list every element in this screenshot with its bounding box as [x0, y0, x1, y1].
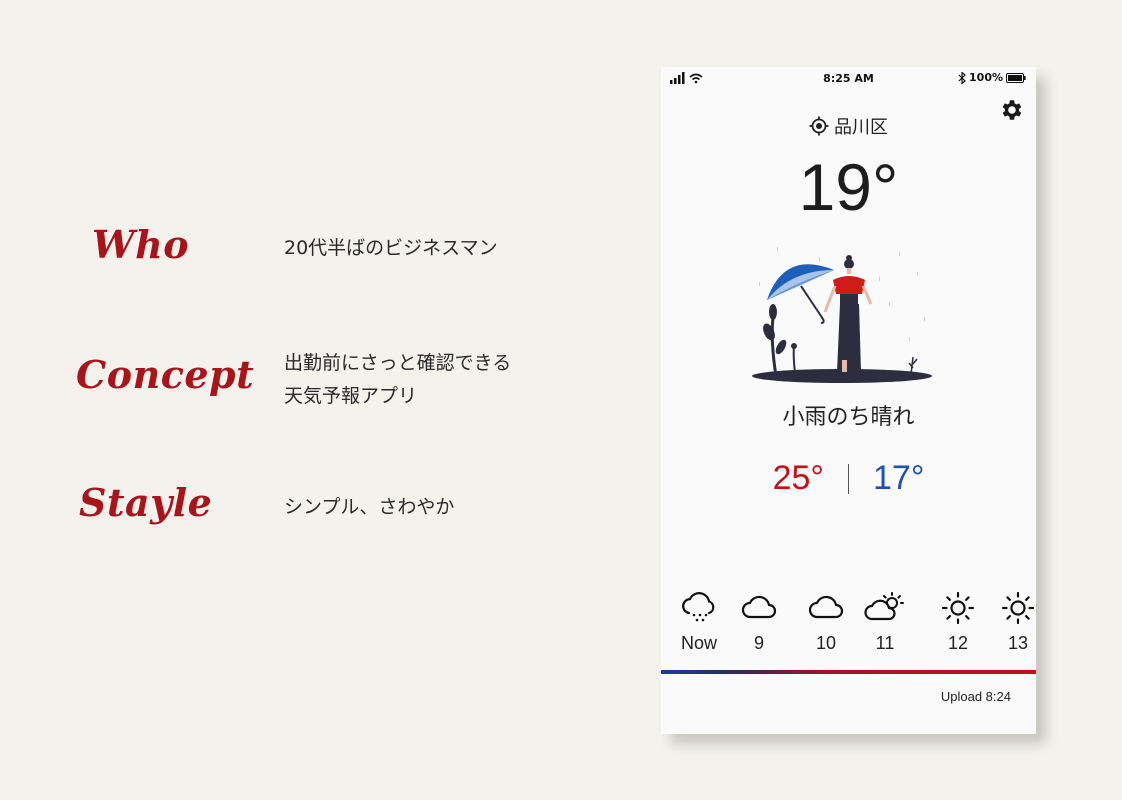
concept-line-1: 出勤前にさっと確認できる	[284, 352, 512, 374]
weather-app-screen: 8:25 AM 100% 品川区 19° 小雨のち晴れ 25° 17° Now …	[661, 67, 1036, 734]
concept-line-2: 天気予報アプリ	[284, 385, 418, 407]
low-temperature: 17°	[873, 459, 925, 497]
current-temperature: 19°	[798, 150, 899, 224]
concept-label: Concept	[76, 352, 255, 397]
hourly-label-10: 10	[815, 633, 837, 653]
location-target-icon	[809, 116, 829, 136]
battery-icon	[1006, 72, 1026, 83]
hourly-item-now[interactable]: Now	[671, 591, 727, 654]
who-description: 20代半ばのビジネスマン	[284, 237, 498, 259]
location-name: 品川区	[834, 117, 888, 138]
high-temperature: 25°	[772, 459, 824, 497]
hourly-label-11: 11	[875, 633, 895, 653]
umbrella-woman-illustration	[752, 247, 932, 383]
bluetooth-icon	[958, 71, 966, 84]
cloud-icon	[741, 595, 777, 619]
style-label: Stayle	[79, 480, 213, 525]
hourly-item-12[interactable]: 12	[930, 591, 986, 654]
concept-description: 出勤前にさっと確認できる 天気予報アプリ	[284, 347, 511, 413]
high-low-temperature: 25° 17°	[661, 459, 1036, 498]
last-update-text: Upload 8:24	[940, 689, 1011, 704]
sun-icon	[941, 591, 975, 625]
hourly-item-10[interactable]: 10	[798, 591, 854, 654]
high-low-divider	[848, 463, 849, 494]
hourly-label-now: Now	[680, 633, 717, 653]
hourly-item-13[interactable]: 13	[990, 591, 1046, 654]
snow-cloud-icon	[682, 592, 715, 622]
cloud-icon	[808, 595, 844, 619]
battery-percent: 100%	[969, 71, 1003, 84]
hourly-label-13: 13	[1007, 633, 1029, 653]
location-selector[interactable]: 品川区	[661, 113, 1036, 139]
hourly-label-9: 9	[753, 633, 764, 653]
status-right: 100%	[958, 71, 1026, 84]
who-label: Who	[92, 222, 190, 267]
style-description: シンプル、さわやか	[284, 496, 455, 518]
hourly-label-12: 12	[947, 633, 969, 653]
partly-sunny-icon	[864, 592, 904, 621]
hourly-item-9[interactable]: 9	[731, 591, 787, 654]
status-bar: 8:25 AM 100%	[661, 67, 1036, 91]
hourly-item-11[interactable]: 11	[857, 591, 913, 654]
hourly-temperature-gradient-bar	[661, 670, 1036, 674]
sun-icon	[1001, 591, 1035, 625]
weather-condition: 小雨のち晴れ	[782, 405, 915, 430]
